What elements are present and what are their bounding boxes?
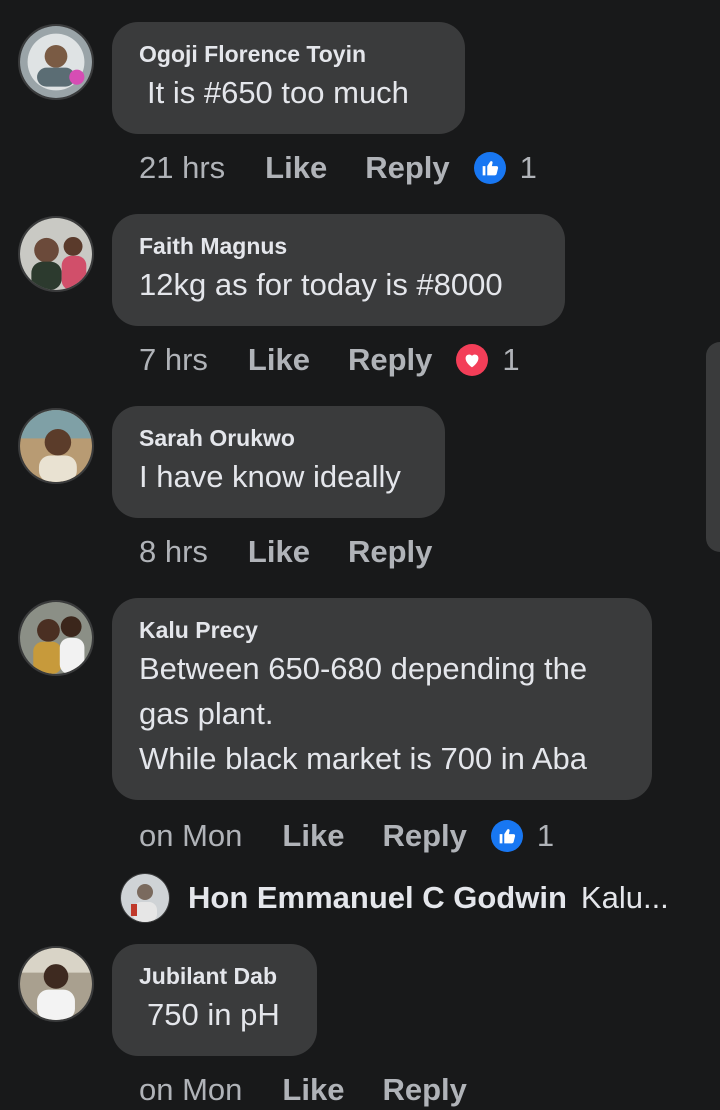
comment-time[interactable]: 8 hrs [139,534,208,570]
comment-text: I have know ideally [139,459,401,494]
reply-button[interactable]: Reply [365,150,449,186]
comment-text-line: While black market is 700 in Aba [139,741,587,776]
like-button[interactable]: Like [248,342,310,378]
comment-text: 750 in pH [147,997,280,1032]
thumbs-up-icon[interactable] [490,820,523,852]
comment-bubble: Kalu Precy Between 650-680 depending the… [112,598,652,800]
comment-actions: 7 hrs Like Reply 1 [139,340,520,380]
comment-bubble: Jubilant Dab 750 in pH [112,944,317,1056]
comment-text: It is #650 too much [147,75,409,110]
comment-text-line: Between 650-680 depending the [139,651,588,686]
reply-text: Kalu... [580,880,669,915]
comment-actions: 8 hrs Like Reply [139,532,470,572]
like-button[interactable]: Like [265,150,327,186]
comment-text-line: gas plant. [139,696,274,731]
avatar[interactable] [18,946,94,1022]
like-button[interactable]: Like [282,818,344,854]
reply-button[interactable]: Reply [382,818,466,854]
comment-actions: on Mon Like Reply [139,1070,505,1110]
comment-text: 12kg as for today is #8000 [139,267,503,302]
comment-actions: 21 hrs Like Reply 1 [139,148,537,188]
avatar[interactable] [18,24,94,100]
comment-time[interactable]: 7 hrs [139,342,208,378]
comment-author[interactable]: Faith Magnus [139,232,539,260]
reply-button[interactable]: Reply [348,534,432,570]
reply-preview[interactable]: Hon Emmanuel C Godwin Kalu... [120,870,669,926]
reaction-count[interactable]: 1 [537,818,554,854]
reaction-count[interactable]: 1 [520,150,537,186]
comment-bubble: Ogoji Florence Toyin It is #650 too much [112,22,465,134]
comment-bubble: Faith Magnus 12kg as for today is #8000 [112,214,565,326]
avatar[interactable] [18,216,94,292]
comment-author[interactable]: Sarah Orukwo [139,424,419,452]
heart-icon[interactable] [456,344,489,376]
thumbs-up-icon[interactable] [473,152,506,184]
comment-time[interactable]: on Mon [139,818,242,854]
comment-author[interactable]: Kalu Precy [139,616,626,644]
comment-actions: on Mon Like Reply 1 [139,816,554,856]
like-button[interactable]: Like [248,534,310,570]
avatar[interactable] [120,873,170,923]
comment-time[interactable]: 21 hrs [139,150,225,186]
comment-author[interactable]: Jubilant Dab [139,962,291,990]
avatar[interactable] [18,408,94,484]
comment-author[interactable]: Ogoji Florence Toyin [139,40,439,68]
comment-bubble: Sarah Orukwo I have know ideally [112,406,445,518]
reply-button[interactable]: Reply [348,342,432,378]
reaction-count[interactable]: 1 [502,342,519,378]
scroll-handle[interactable] [706,342,720,552]
reply-author[interactable]: Hon Emmanuel C Godwin [188,880,567,916]
avatar[interactable] [18,600,94,676]
